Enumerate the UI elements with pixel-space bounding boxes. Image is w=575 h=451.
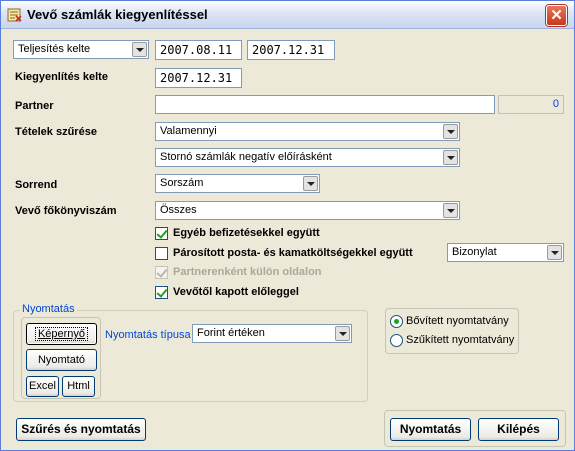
other-payments-checkbox[interactable]: [155, 227, 168, 240]
dialog-window: Vevő számlák kiegyenlítéssel ✕ Teljesíté…: [0, 0, 575, 451]
ledger-label: Vevő főkönyviszám: [15, 205, 117, 217]
screen-button[interactable]: Képernyő: [26, 323, 97, 345]
exit-button[interactable]: Kilépés: [478, 418, 559, 441]
html-button[interactable]: Html: [62, 376, 95, 397]
printer-button[interactable]: Nyomtató: [26, 349, 97, 371]
print-type-select[interactable]: Forint értéken: [192, 324, 352, 343]
partner-label: Partner: [15, 100, 54, 112]
chevron-down-icon[interactable]: [303, 176, 318, 191]
chevron-down-icon[interactable]: [443, 203, 458, 218]
paired-costs-checkbox[interactable]: [155, 247, 168, 260]
sort-label: Sorrend: [15, 179, 58, 191]
printing-group-title: Nyomtatás: [20, 303, 77, 315]
items-filter-select[interactable]: Valamennyi: [155, 122, 460, 141]
close-icon: ✕: [550, 7, 563, 24]
app-icon: [7, 8, 22, 22]
per-partner-checkbox: [155, 266, 168, 279]
narrowed-format-label: Szűkített nyomtatvány: [406, 334, 515, 346]
chevron-down-icon[interactable]: [547, 245, 562, 260]
title-bar[interactable]: Vevő számlák kiegyenlítéssel ✕: [1, 1, 574, 29]
partner-input[interactable]: [155, 95, 495, 114]
storno-select[interactable]: Stornó számlák negatív előírásként: [155, 148, 460, 167]
window-title: Vevő számlák kiegyenlítéssel: [27, 7, 208, 22]
ledger-select[interactable]: Összes: [155, 201, 460, 220]
screen-button-label: Képernyő: [34, 327, 89, 341]
chevron-down-icon[interactable]: [443, 124, 458, 139]
paired-costs-select[interactable]: Bizonylat: [447, 243, 564, 262]
paired-costs-label: Párosított posta- és kamatköltségekkel e…: [173, 247, 413, 259]
extended-format-label: Bővített nyomtatvány: [406, 315, 509, 327]
per-partner-label: Partnerenként külön oldalon: [173, 266, 322, 278]
sort-select[interactable]: Sorszám: [155, 174, 320, 193]
advance-label: Vevőtől kapott előleggel: [173, 286, 299, 298]
narrowed-format-radio[interactable]: [390, 334, 403, 347]
partner-count: 0: [498, 95, 564, 114]
ledger-value: Összes: [160, 204, 197, 216]
chevron-down-icon[interactable]: [132, 42, 147, 57]
items-filter-label: Tételek szűrése: [15, 126, 97, 138]
paired-costs-value: Bizonylat: [452, 246, 497, 258]
sort-value: Sorszám: [160, 177, 204, 189]
settlement-date-label: Kiegyenlítés kelte: [15, 71, 108, 83]
chevron-down-icon[interactable]: [443, 150, 458, 165]
filter-print-button[interactable]: Szűrés és nyomtatás: [16, 418, 146, 441]
settlement-date-input[interactable]: 2007.12.31: [155, 68, 242, 88]
date-to-input[interactable]: 2007.12.31: [247, 40, 335, 60]
storno-value: Stornó számlák negatív előírásként: [160, 151, 332, 163]
excel-button[interactable]: Excel: [26, 376, 59, 397]
print-type-label: Nyomtatás típusa: [105, 329, 191, 341]
print-type-value: Forint értéken: [197, 327, 265, 339]
close-button[interactable]: ✕: [546, 5, 567, 26]
date-from-input[interactable]: 2007.08.11: [155, 40, 242, 60]
print-button[interactable]: Nyomtatás: [390, 418, 471, 441]
extended-format-radio[interactable]: [390, 315, 403, 328]
date-type-value: Teljesítés kelte: [18, 43, 91, 55]
advance-checkbox[interactable]: [155, 286, 168, 299]
date-type-select[interactable]: Teljesítés kelte: [13, 40, 149, 59]
other-payments-label: Egyéb befizetésekkel együtt: [173, 227, 320, 239]
items-filter-value: Valamennyi: [160, 125, 217, 137]
chevron-down-icon[interactable]: [335, 326, 350, 341]
